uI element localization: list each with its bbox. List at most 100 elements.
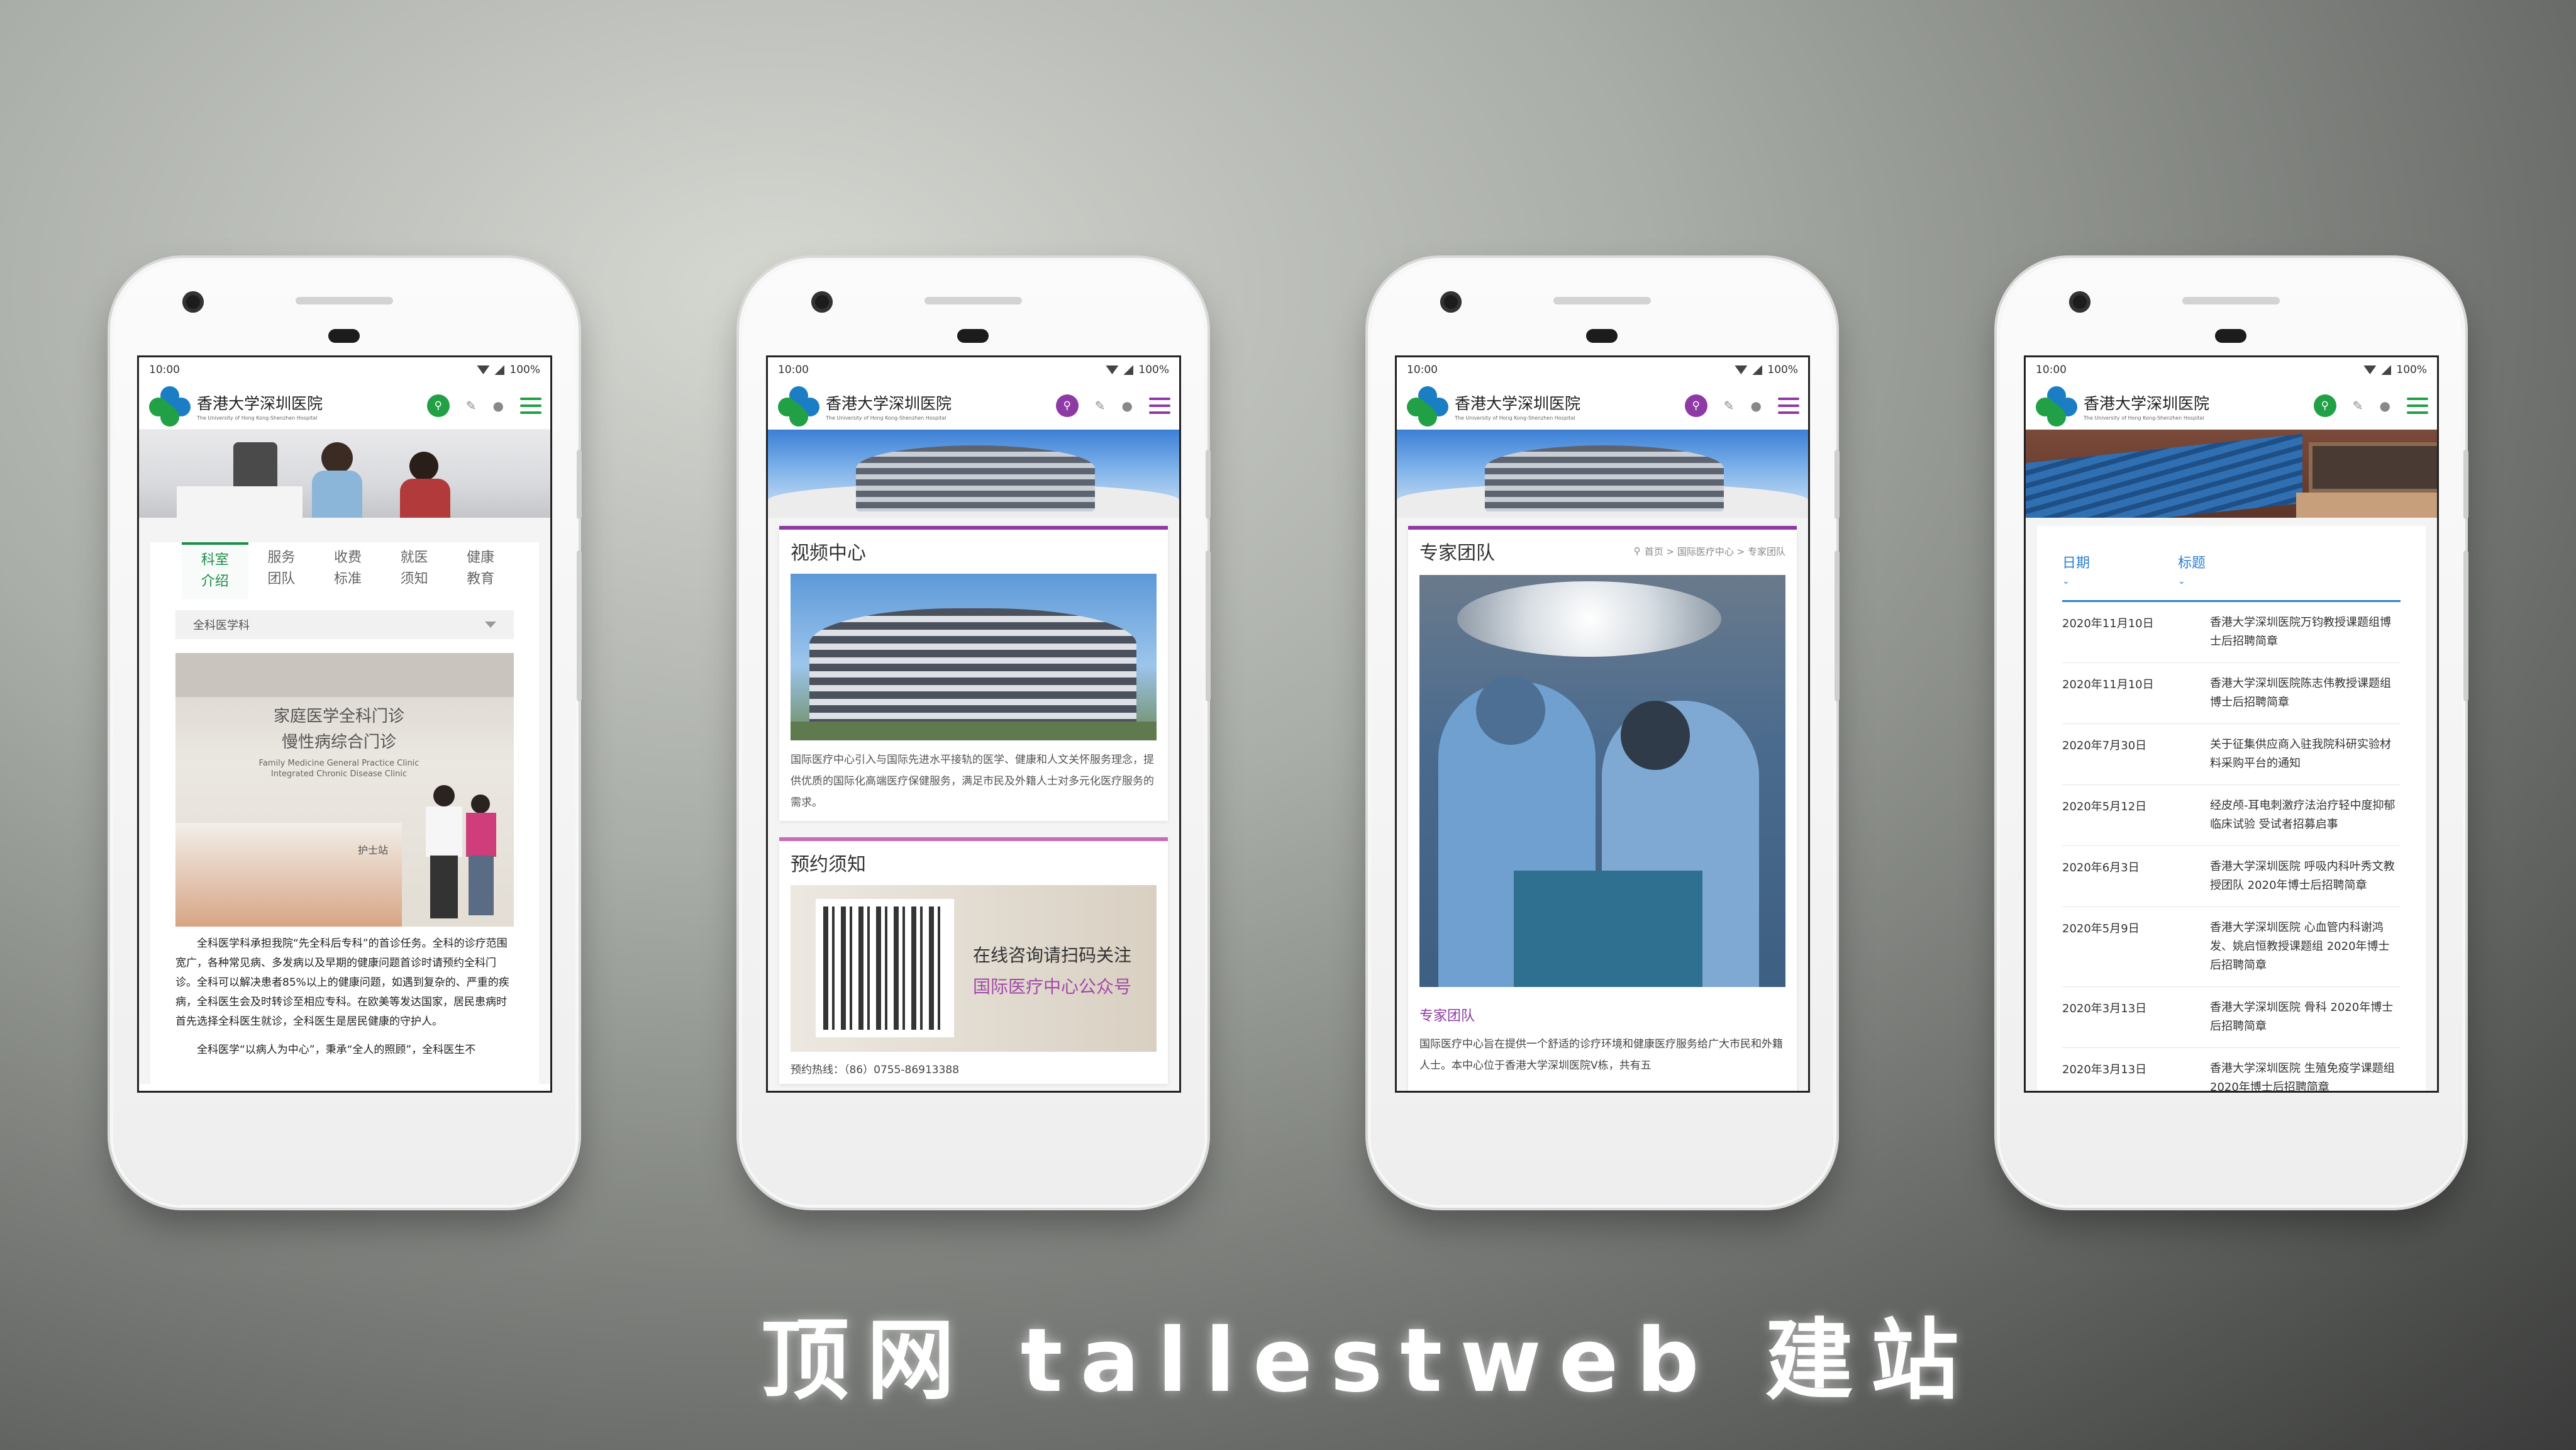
table-row[interactable]: 2020年3月13日 香港大学深圳医院 生殖免疫学课题组 2020年博士后招聘简章: [2062, 1048, 2401, 1091]
department-tabs: 科室 介绍 服务 团队 收费 标准 就医 须知 健康 教育: [182, 542, 514, 599]
video-center-section: 视频中心 国际医疗中心引入与国际先进水平接轨的医学、健康和人文关怀服务理念，提供…: [779, 526, 1168, 821]
user-icon[interactable]: ●: [2380, 398, 2390, 413]
expert-team-description: 国际医疗中心旨在提供一个舒适的诊疗环境和健康医疗服务给广大市民和外籍人士。本中心…: [1419, 1038, 1783, 1072]
expert-team-title: 专家团队: [1419, 542, 1495, 564]
table-row[interactable]: 2020年3月13日 香港大学深圳医院 骨科 2020年博士后招聘简章: [2062, 987, 2401, 1048]
hospital-logo[interactable]: [774, 382, 824, 431]
department-select-value: 全科医学科: [193, 619, 250, 632]
row-date: 2020年6月3日: [2062, 861, 2140, 874]
qr-code[interactable]: [816, 899, 954, 1037]
banner-image: [139, 430, 550, 518]
user-icon[interactable]: ●: [1122, 398, 1133, 413]
wifi-icon: [477, 365, 490, 374]
tab-fee-standard[interactable]: 收费 标准: [314, 542, 381, 599]
row-title[interactable]: 香港大学深圳医院 骨科 2020年博士后招聘简章: [2210, 998, 2401, 1036]
wifi-icon: [1735, 365, 1748, 374]
hospital-logo[interactable]: [2031, 382, 2082, 431]
hospital-logo[interactable]: [145, 382, 195, 431]
document-icon[interactable]: ✎: [2353, 398, 2363, 413]
breadcrumb-text[interactable]: 首页 > 国际医疗中心 > 专家团队: [1645, 545, 1785, 558]
photo-sign-cn-2: 慢性病综合门诊: [281, 733, 396, 752]
hospital-logo[interactable]: [1402, 382, 1453, 431]
document-icon[interactable]: ✎: [1095, 398, 1106, 413]
table-row[interactable]: 2020年11月10日 香港大学深圳医院陈志伟教授课题组博士后招聘简章: [2062, 663, 2401, 724]
site-name-cn: 香港大学深圳医院: [197, 394, 323, 413]
power-button: [1835, 450, 1840, 519]
phone-screen: 10:00 100% 香港大学深圳医院 The University of Ho…: [2024, 355, 2439, 1093]
site-brand[interactable]: 香港大学深圳医院 The University of Hong Kong-She…: [826, 391, 952, 421]
row-title[interactable]: 香港大学深圳医院 呼吸内科叶秀文教授团队 2020年博士后招聘简章: [2210, 857, 2401, 895]
menu-icon[interactable]: [2407, 398, 2428, 414]
row-title[interactable]: 香港大学深圳医院 生殖免疫学课题组 2020年博士后招聘简章: [2210, 1059, 2401, 1091]
row-title[interactable]: 经皮颅-耳电刺激疗法治疗轻中度抑郁临床试验 受试者招募启事: [2210, 796, 2401, 834]
booking-notice-section: 预约须知 在线咨询请扫码关注 国际医疗中心公众号 预约热线：（86）0755-8…: [779, 837, 1168, 1084]
banner-image: [2026, 430, 2437, 518]
table-row[interactable]: 2020年5月9日 香港大学深圳医院 心血管内科谢鸿发、姚启恒教授课题组 2020…: [2062, 907, 2401, 987]
status-bar: 10:00 100%: [2026, 357, 2437, 382]
menu-icon[interactable]: [520, 398, 541, 414]
table-row[interactable]: 2020年11月10日 香港大学深圳医院万钧教授课题组博士后招聘简章: [2062, 602, 2401, 663]
video-thumbnail[interactable]: [791, 574, 1157, 740]
table-row[interactable]: 2020年6月3日 香港大学深圳医院 呼吸内科叶秀文教授团队 2020年博士后招聘…: [2062, 846, 2401, 907]
tab-visit-notice[interactable]: 就医 须知: [381, 542, 448, 599]
row-title[interactable]: 香港大学深圳医院万钧教授课题组博士后招聘简章: [2210, 613, 2401, 651]
video-center-description: 国际医疗中心引入与国际先进水平接轨的医学、健康和人文关怀服务理念，提供优质的国际…: [791, 754, 1154, 809]
document-icon[interactable]: ✎: [1724, 398, 1735, 413]
status-bar: 10:00 100%: [768, 357, 1179, 382]
tab-service-team[interactable]: 服务 团队: [248, 542, 315, 599]
front-camera: [811, 291, 833, 313]
department-select[interactable]: 全科医学科: [175, 610, 514, 639]
table-row[interactable]: 2020年7月30日 关于征集供应商入驻我院科研实验材料采购平台的通知: [2062, 724, 2401, 785]
volume-button: [1835, 550, 1840, 701]
menu-icon[interactable]: [1149, 398, 1170, 414]
table-row[interactable]: 2020年5月12日 经皮颅-耳电刺激疗法治疗轻中度抑郁临床试验 受试者招募启事: [2062, 785, 2401, 846]
earpiece-speaker: [2182, 297, 2280, 304]
location-pin-icon: ⚲: [1633, 545, 1641, 557]
site-name-en: The University of Hong Kong-Shenzhen Hos…: [1455, 415, 1575, 421]
booking-notice-title: 预约须知: [791, 854, 866, 876]
status-time: 10:00: [149, 364, 180, 376]
user-icon[interactable]: ●: [493, 398, 504, 413]
menu-icon[interactable]: [1778, 398, 1799, 414]
row-title[interactable]: 香港大学深圳医院陈志伟教授课题组博士后招聘简章: [2210, 674, 2401, 712]
banner-image: [1397, 430, 1808, 518]
surgery-photo: [1419, 575, 1785, 987]
phone-mockup-1: 10:00 100% 香港大学深圳医院 The University of Ho…: [113, 261, 582, 1205]
document-icon[interactable]: ✎: [466, 398, 477, 413]
power-button: [1206, 450, 1211, 519]
battery-level: 100%: [2396, 364, 2427, 376]
video-center-title: 视频中心: [791, 542, 866, 564]
search-icon[interactable]: ⚲: [1055, 394, 1079, 417]
power-button: [577, 450, 582, 519]
title-column-header[interactable]: 标题 ⌄: [2178, 552, 2294, 588]
user-icon[interactable]: ●: [1751, 398, 1762, 413]
site-header: 香港大学深圳医院 The University of Hong Kong-She…: [768, 382, 1179, 431]
photo-sign-cn-1: 家庭医学全科门诊: [273, 707, 404, 726]
slogan-text: 顶网 tallestweb 建站: [761, 1310, 1977, 1412]
earpiece-speaker: [1553, 297, 1651, 304]
site-header: 香港大学深圳医院 The University of Hong Kong-She…: [139, 382, 550, 431]
breadcrumb: ⚲ 首页 > 国际医疗中心 > 专家团队: [1634, 545, 1785, 558]
tab-department-intro[interactable]: 科室 介绍: [182, 542, 248, 599]
phone-screen: 10:00 100% 香港大学深圳医院 The University of Ho…: [766, 355, 1181, 1093]
chevron-down-icon: [485, 622, 496, 628]
signal-icon: [2381, 365, 2392, 375]
front-camera: [2069, 291, 2090, 313]
signal-icon: [1752, 365, 1763, 375]
row-title[interactable]: 香港大学深圳医院 心血管内科谢鸿发、姚启恒教授课题组 2020年博士后招聘简章: [2210, 918, 2401, 975]
volume-button: [1206, 550, 1211, 701]
row-title[interactable]: 关于征集供应商入驻我院科研实验材料采购平台的通知: [2210, 735, 2401, 773]
site-header: 香港大学深圳医院 The University of Hong Kong-She…: [2026, 382, 2437, 431]
wifi-icon: [1106, 365, 1119, 374]
tab-health-education[interactable]: 健康 教育: [447, 542, 514, 599]
search-icon[interactable]: ⚲: [1684, 394, 1707, 417]
site-brand[interactable]: 香港大学深圳医院 The University of Hong Kong-She…: [1455, 391, 1580, 421]
status-bar: 10:00 100%: [1397, 357, 1808, 382]
site-brand[interactable]: 香港大学深圳医院 The University of Hong Kong-She…: [197, 391, 323, 421]
search-icon[interactable]: ⚲: [2313, 394, 2336, 417]
battery-level: 100%: [1767, 364, 1798, 376]
site-brand[interactable]: 香港大学深圳医院 The University of Hong Kong-She…: [2084, 391, 2209, 421]
date-column-header[interactable]: 日期 ⌄: [2062, 552, 2178, 588]
row-date: 2020年3月13日: [2062, 1002, 2147, 1015]
search-icon[interactable]: ⚲: [426, 394, 450, 417]
